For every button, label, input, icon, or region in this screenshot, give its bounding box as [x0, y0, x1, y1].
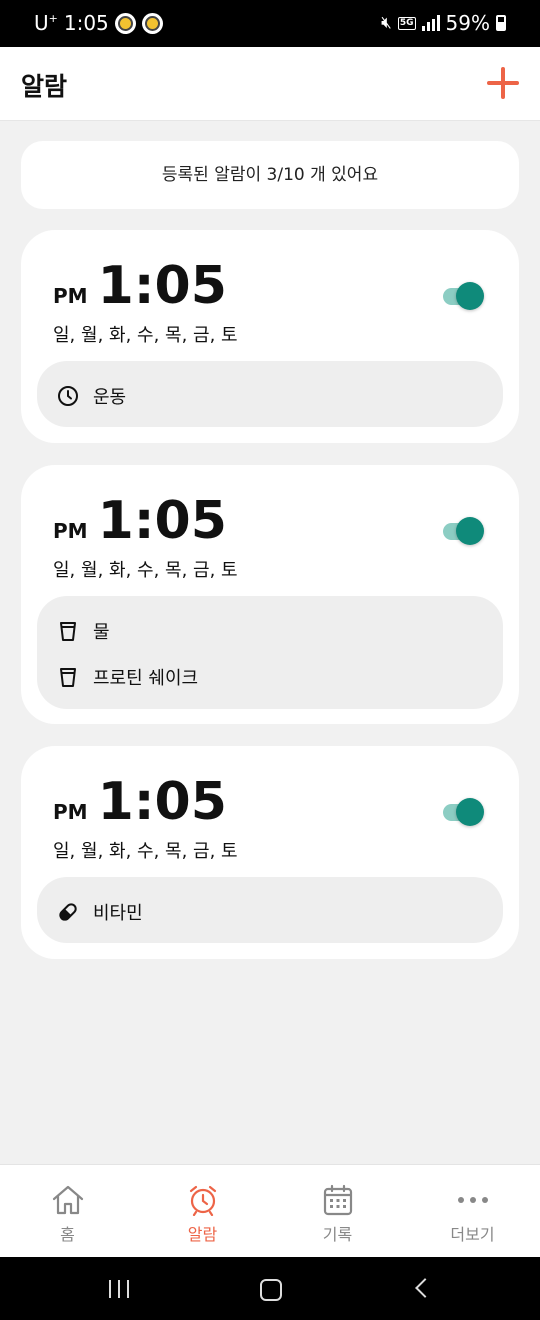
alarm-time-row: PM 1:05	[53, 491, 227, 551]
home-button[interactable]	[240, 1269, 300, 1309]
alarm-item-label: 비타민	[93, 903, 143, 924]
status-bar: U+ 1:05 🔇︎ 5G 59%	[0, 0, 540, 47]
clock-icon	[58, 386, 78, 406]
alarm-time: 1:05	[97, 491, 227, 551]
nav-label: 알람	[187, 1225, 218, 1244]
system-nav-bar	[0, 1257, 540, 1320]
battery-percent: 59%	[445, 11, 490, 35]
toggle-knob	[456, 798, 484, 826]
alarm-item: 운동	[57, 383, 126, 409]
nav-label: 홈	[60, 1225, 75, 1244]
toggle-knob	[456, 282, 484, 310]
status-time: 1:05	[63, 11, 109, 35]
alarm-time: 1:05	[97, 772, 227, 832]
battery-icon	[496, 15, 506, 31]
app-header: 알람	[0, 47, 540, 121]
bottom-nav: 홈 알람 기록 더보기	[0, 1164, 540, 1257]
alarm-items-box: 물 프로틴 쉐이크	[37, 596, 503, 709]
back-button[interactable]	[392, 1269, 452, 1309]
status-right: 🔇︎ 5G 59%	[381, 11, 506, 35]
alarm-ampm: PM	[53, 800, 88, 824]
network-type-icon: 5G	[397, 16, 416, 30]
alarm-days: 일, 월, 화, 수, 목, 금, 토	[53, 325, 238, 346]
cup-icon	[60, 668, 76, 687]
nav-item-records[interactable]: 기록	[270, 1165, 405, 1258]
alarm-item-label: 운동	[93, 387, 127, 408]
alarm-items-box: 비타민	[37, 877, 503, 943]
page-title: 알람	[21, 72, 68, 101]
nav-item-alarm[interactable]: 알람	[135, 1165, 270, 1258]
nav-item-home[interactable]: 홈	[0, 1165, 135, 1258]
alarm-clock-icon	[189, 1185, 216, 1216]
alarm-items-box: 운동	[37, 361, 503, 427]
signal-icon	[421, 15, 440, 31]
alarm-item: 비타민	[57, 899, 143, 925]
alarm-ampm: PM	[53, 284, 88, 308]
nav-label: 더보기	[450, 1225, 495, 1244]
home-icon	[52, 1185, 83, 1215]
alarm-toggle[interactable]	[441, 797, 485, 827]
pill-icon	[59, 903, 77, 921]
alarm-days: 일, 월, 화, 수, 목, 금, 토	[53, 560, 238, 581]
carrier-label: U+	[34, 11, 58, 35]
alarm-item: 물	[57, 618, 110, 644]
status-left: U+ 1:05	[34, 11, 163, 35]
alarm-card[interactable]: PM 1:05 일, 월, 화, 수, 목, 금, 토 운동	[21, 230, 519, 443]
alarm-item: 프로틴 쉐이크	[57, 664, 198, 690]
alarm-count-banner: 등록된 알람이 3/10 개 있어요	[21, 141, 519, 209]
cup-icon	[60, 622, 76, 641]
alarm-card[interactable]: PM 1:05 일, 월, 화, 수, 목, 금, 토 물 프로틴 쉐이크	[21, 465, 519, 724]
calendar-icon	[323, 1184, 352, 1216]
alarm-ampm: PM	[53, 519, 88, 543]
nav-item-more[interactable]: 더보기	[405, 1165, 540, 1258]
alarm-days: 일, 월, 화, 수, 목, 금, 토	[53, 841, 238, 862]
alarm-card[interactable]: PM 1:05 일, 월, 화, 수, 목, 금, 토 비타민	[21, 746, 519, 959]
alarm-item-label: 프로틴 쉐이크	[93, 668, 199, 689]
add-alarm-button[interactable]	[484, 64, 522, 102]
more-icon	[457, 1197, 488, 1203]
alarm-time-row: PM 1:05	[53, 772, 227, 832]
notification-app-icon	[141, 12, 163, 34]
mute-icon: 🔇︎	[381, 13, 392, 33]
notification-app-icon	[114, 12, 136, 34]
toggle-knob	[456, 517, 484, 545]
nav-label: 기록	[322, 1225, 353, 1244]
recent-apps-button[interactable]	[89, 1269, 149, 1309]
alarm-toggle[interactable]	[441, 281, 485, 311]
alarm-item-label: 물	[93, 622, 110, 643]
alarm-time: 1:05	[97, 256, 227, 316]
alarm-toggle[interactable]	[441, 516, 485, 546]
alarm-time-row: PM 1:05	[53, 256, 227, 316]
